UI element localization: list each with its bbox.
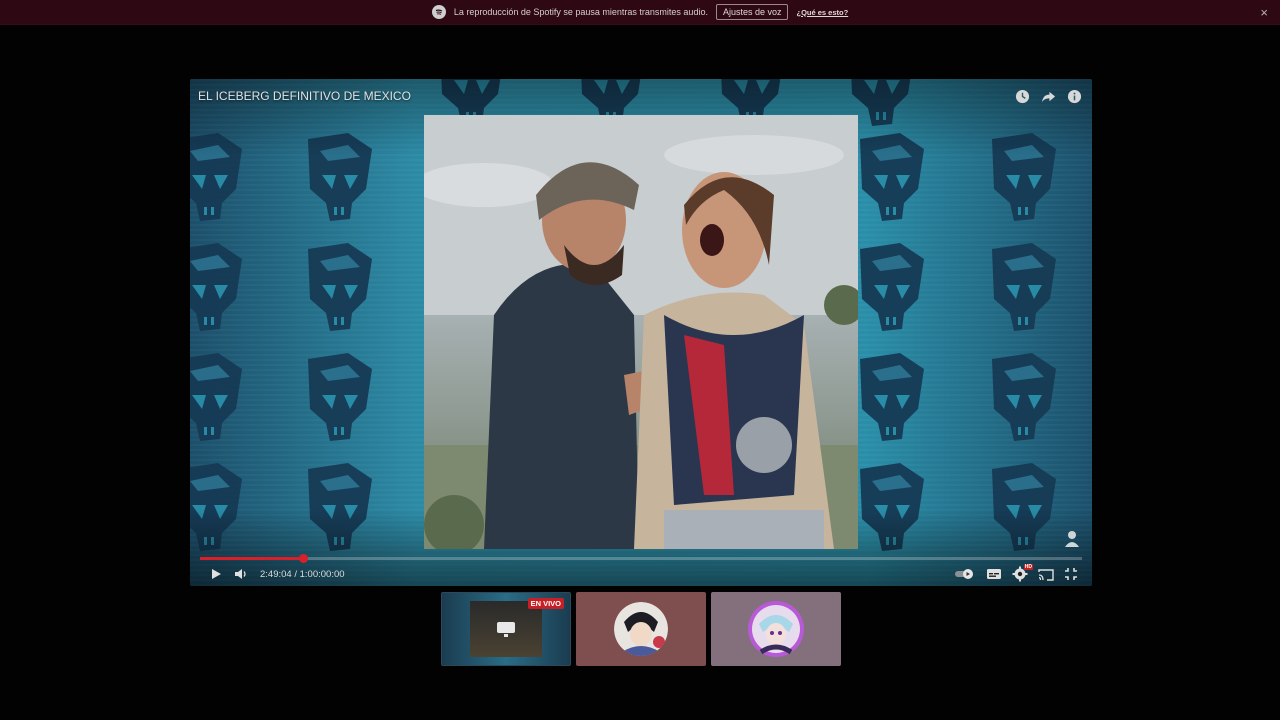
participants-strip: EN VIVO <box>441 592 841 666</box>
volume-icon[interactable] <box>234 568 248 580</box>
player-controls: 2:49:04 / 1:00:00:00 HD <box>190 562 1092 586</box>
video-player[interactable]: EL ICEBERG DEFINITIVO DE MEXICO 2:49:04 … <box>190 79 1092 586</box>
share-icon[interactable] <box>1040 88 1056 104</box>
what-is-this-link[interactable]: ¿Qué es esto? <box>796 8 848 17</box>
hd-badge: HD <box>1023 564 1033 570</box>
avatar <box>748 601 804 657</box>
cast-icon[interactable] <box>1038 568 1054 581</box>
channel-watermark-icon[interactable] <box>1062 529 1082 554</box>
settings-icon[interactable]: HD <box>1012 564 1033 582</box>
autoplay-toggle[interactable] <box>954 568 976 580</box>
time-separator: / <box>294 568 297 580</box>
time-current: 2:49:04 <box>260 568 292 580</box>
video-title[interactable]: EL ICEBERG DEFINITIVO DE MEXICO <box>198 89 411 103</box>
thumbnail-stream[interactable]: EN VIVO <box>441 592 571 666</box>
stream-preview <box>470 601 542 657</box>
exit-fullscreen-icon[interactable] <box>1064 567 1078 581</box>
live-badge: EN VIVO <box>527 598 564 609</box>
play-icon[interactable] <box>210 568 222 580</box>
progress-bar[interactable] <box>200 554 1082 563</box>
top-toolbar <box>1014 88 1082 104</box>
thumbnail-user-1[interactable] <box>576 592 706 666</box>
clock-icon[interactable] <box>1014 88 1030 104</box>
progress-played <box>200 557 304 560</box>
spotify-banner: La reproducción de Spotify se pausa mien… <box>0 0 1280 25</box>
subtitles-icon[interactable] <box>986 568 1002 580</box>
voice-settings-button[interactable]: Ajustes de voz <box>715 4 789 20</box>
info-icon[interactable] <box>1066 88 1082 104</box>
avatar <box>614 602 668 656</box>
time-total: 1:00:00:00 <box>299 568 345 580</box>
spotify-icon <box>431 5 446 19</box>
time-display: 2:49:04 / 1:00:00:00 <box>260 569 345 580</box>
thumbnail-user-2[interactable] <box>711 592 841 666</box>
video-frame-photo <box>424 115 858 549</box>
close-icon[interactable]: × <box>1260 5 1268 20</box>
banner-message: La reproducción de Spotify se pausa mien… <box>453 7 708 17</box>
